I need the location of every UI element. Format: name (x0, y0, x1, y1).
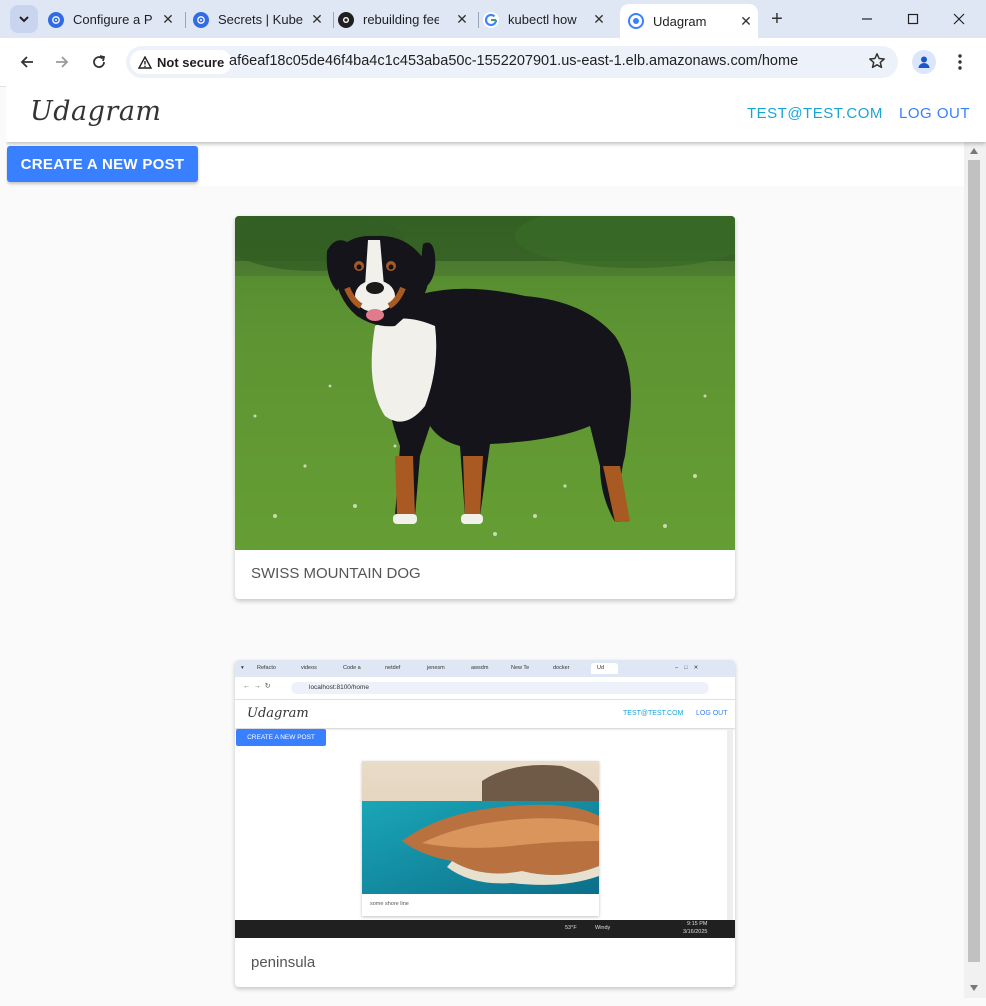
warning-icon (138, 55, 152, 69)
feed-card: ▾ Refacto videos Code a netdef jenesm aw… (235, 660, 735, 987)
mini-tab: Code a (343, 665, 361, 671)
tab-separator (478, 12, 479, 28)
scroll-up-icon[interactable] (969, 146, 979, 156)
mini-tab: videos (301, 665, 317, 671)
kubernetes-icon (193, 11, 209, 28)
post-caption: SWISS MOUNTAIN DOG (251, 565, 421, 582)
close-tab-icon[interactable]: ✕ (309, 11, 325, 27)
tab-title: kubectl how t (508, 12, 578, 27)
mini-chevron-icon: ▾ (241, 665, 244, 671)
scrollbar-thumb[interactable] (968, 160, 980, 962)
maximize-icon (907, 13, 919, 25)
browser-toolbar: Not secure af6eaf18c05de46f4ba4c1c453aba… (0, 38, 986, 87)
tab-search-button[interactable] (10, 5, 38, 33)
browser-tab-bar: Configure a P ✕ Secrets | Kube ✕ rebuild… (0, 0, 986, 38)
new-tab-button[interactable]: + (766, 8, 788, 30)
page-viewport: Udagram TEST@TEST.COM LOG OUT CREATE A N… (6, 86, 986, 998)
close-window-button[interactable] (944, 8, 974, 30)
tab-title: Udagram (653, 13, 707, 29)
mini-app-header: Udagram TEST@TEST.COM LOG OUT (235, 700, 735, 728)
mini-shoreline-image (362, 761, 599, 894)
more-vertical-icon (958, 54, 962, 70)
scroll-down-icon[interactable] (969, 983, 979, 993)
tab-rebuilding[interactable]: rebuilding fee ✕ (338, 5, 474, 34)
close-tab-icon[interactable]: ✕ (591, 11, 607, 27)
mini-tab: awsdm (471, 665, 489, 671)
mini-scrollbar (727, 730, 733, 920)
google-icon (483, 11, 499, 28)
arrow-right-icon (56, 56, 69, 68)
close-tab-icon[interactable]: ✕ (738, 13, 754, 29)
github-icon (338, 11, 354, 28)
mini-brand: Udagram (247, 706, 309, 721)
mini-weather-temp: 53°F (565, 925, 577, 931)
mini-tab: jenesm (427, 665, 445, 671)
mini-tab: docker (553, 665, 570, 671)
tab-separator (333, 12, 334, 28)
user-email-link[interactable]: TEST@TEST.COM (747, 105, 883, 122)
mini-create-button: CREATE A NEW POST (236, 729, 326, 746)
mini-user: TEST@TEST.COM (623, 710, 684, 717)
bookmark-star-icon[interactable] (868, 52, 886, 75)
logout-link[interactable]: LOG OUT (899, 105, 970, 122)
mini-time: 9:15 PM (687, 921, 708, 927)
forward-button[interactable] (50, 50, 74, 74)
app-logo[interactable]: Udagram (30, 96, 162, 127)
reload-button[interactable] (87, 50, 111, 74)
feed-card: SWISS MOUNTAIN DOG (235, 216, 735, 599)
mini-weather-condition: Windy (595, 925, 611, 931)
minimize-icon (862, 18, 872, 20)
chevron-down-icon (19, 16, 29, 23)
tab-title: rebuilding fee (363, 12, 439, 27)
person-icon (918, 56, 930, 68)
mini-url: localhost:8100/home (291, 682, 709, 694)
mini-card: some shore line (362, 761, 599, 916)
tab-title: Secrets | Kube (218, 12, 304, 27)
security-label: Not secure (157, 54, 225, 70)
mini-tab-active: Ud (591, 663, 619, 674)
post-image-dog (235, 216, 735, 550)
tab-udagram[interactable]: Udagram ✕ (620, 4, 758, 38)
mini-taskbar: 53°F Windy 9:15 PM 3/16/2025 (235, 920, 735, 938)
post-caption: peninsula (251, 954, 316, 971)
close-tab-icon[interactable]: ✕ (454, 11, 470, 27)
post-image-screenshot: ▾ Refacto videos Code a netdef jenesm aw… (235, 660, 735, 938)
address-bar[interactable]: Not secure af6eaf18c05de46f4ba4c1c453aba… (126, 46, 898, 78)
mini-tab: netdef (385, 665, 401, 671)
arrow-left-icon (20, 56, 33, 68)
url-text: af6eaf18c05de46f4ba4c1c453aba50c-1552207… (229, 53, 799, 69)
app-header: Udagram TEST@TEST.COM LOG OUT (6, 86, 986, 142)
reload-icon (93, 55, 106, 68)
profile-avatar[interactable] (912, 50, 936, 74)
chrome-page-icon (628, 13, 644, 29)
tab-title: Configure a P (73, 12, 153, 27)
tab-secrets[interactable]: Secrets | Kube ✕ (193, 5, 329, 34)
mini-tab: New Te (511, 665, 530, 671)
kubernetes-icon (48, 11, 64, 28)
close-tab-icon[interactable]: ✕ (160, 11, 176, 27)
action-bar: CREATE A NEW POST (6, 142, 964, 186)
back-button[interactable] (15, 50, 39, 74)
mini-logout: LOG OUT (696, 710, 728, 717)
tab-separator (185, 12, 186, 28)
mini-date: 3/16/2025 (683, 929, 708, 935)
mini-toolbar: ← → ↻ localhost:8100/home (235, 677, 735, 700)
mini-nav-icons: ← → ↻ (243, 683, 271, 690)
close-icon (953, 13, 965, 25)
browser-menu-button[interactable] (948, 50, 972, 74)
maximize-button[interactable] (898, 8, 928, 30)
tab-kubectl[interactable]: kubectl how t ✕ (483, 5, 611, 34)
create-post-button[interactable]: CREATE A NEW POST (7, 146, 198, 182)
security-indicator[interactable]: Not secure (130, 50, 233, 74)
mini-tab-bar: ▾ Refacto videos Code a netdef jenesm aw… (235, 660, 735, 677)
mini-window-controls: – □ ✕ (675, 665, 699, 671)
minimize-button[interactable] (852, 8, 882, 30)
mini-tab: Refacto (257, 665, 276, 671)
tab-configure[interactable]: Configure a P ✕ (48, 5, 180, 34)
mini-caption: some shore line (370, 901, 409, 907)
